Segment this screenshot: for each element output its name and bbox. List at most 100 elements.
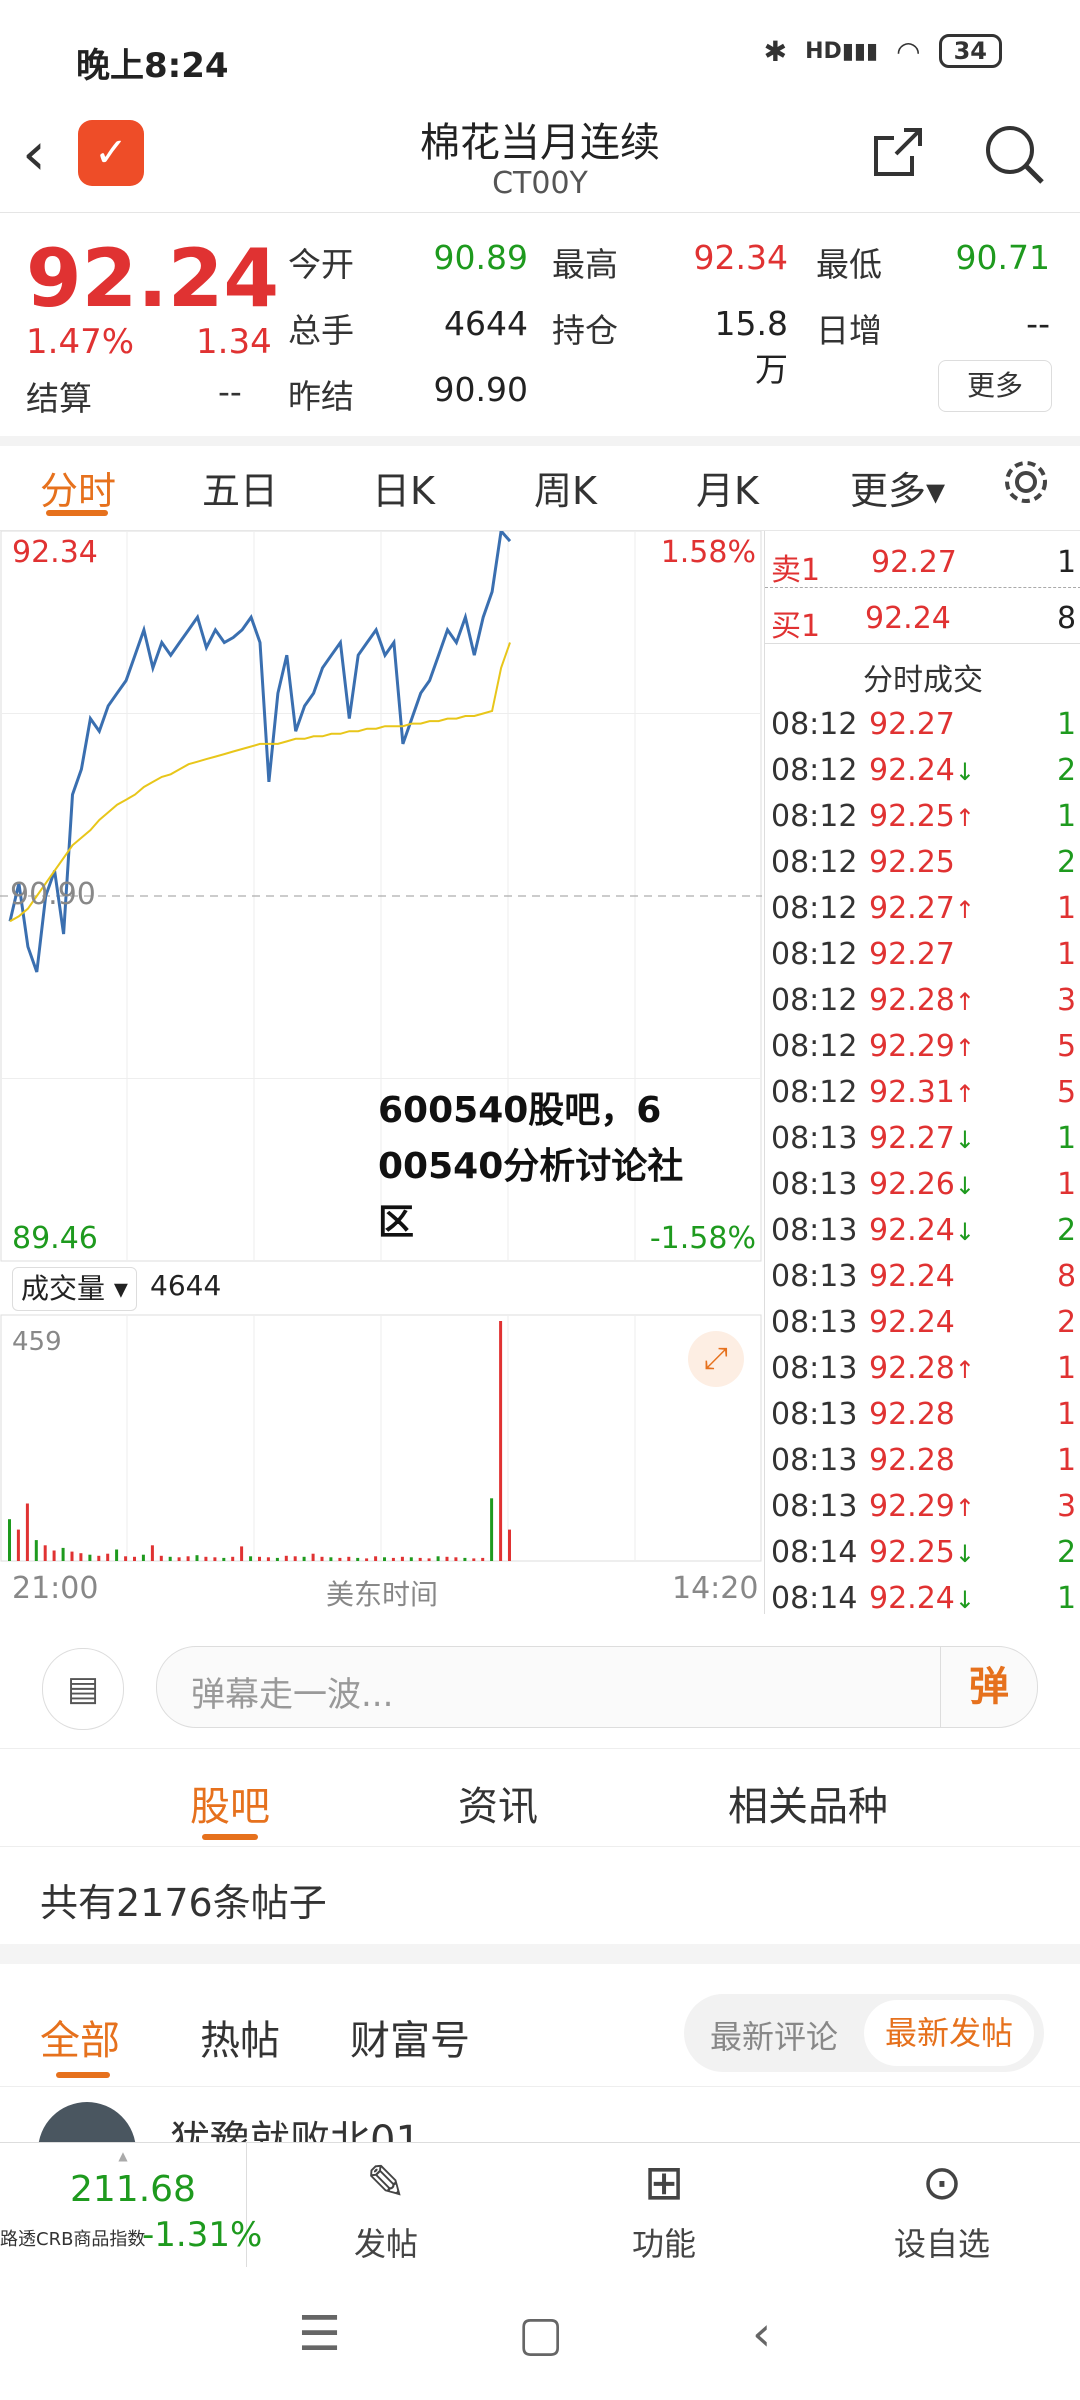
menu-icon[interactable]: ☰ xyxy=(298,2306,341,2362)
danmaku-input[interactable]: 弹幕走一波... 弹 xyxy=(156,1646,1038,1728)
edit-icon: ✎ xyxy=(365,2155,407,2211)
post-preview[interactable]: 犹豫就败北01 xyxy=(0,2088,1080,2142)
status-bar: 晚上8:24 ✱ HD▮▮▮ ◠ 34 xyxy=(0,0,1080,110)
tab-underline xyxy=(46,510,108,516)
filter-fortune[interactable]: 财富号 xyxy=(350,2008,470,2066)
more-quote-button[interactable]: 更多 xyxy=(938,360,1052,412)
trade-time: 08:12 xyxy=(771,1029,858,1064)
volume-bar xyxy=(356,1557,360,1561)
change-amount: 1.34 xyxy=(196,322,272,362)
trade-direction-icon: ↑ xyxy=(954,988,975,1016)
volume-indicator-selector[interactable]: 成交量 ▾ xyxy=(12,1267,137,1311)
add-watchlist-button[interactable]: ⊙ 设自选 xyxy=(852,2153,1032,2265)
trade-time: 08:12 xyxy=(771,983,858,1018)
sort-latest-post[interactable]: 最新发帖 xyxy=(864,2000,1034,2066)
trade-row: 08:13 92.29↑ 3 xyxy=(765,1483,1080,1529)
post-count: 共有2176条帖子 xyxy=(0,1848,1080,1964)
trade-price: 92.27 xyxy=(869,707,955,742)
volume-bar xyxy=(383,1557,386,1561)
trade-price: 92.25↑ xyxy=(869,799,975,834)
trade-volume: 1 xyxy=(1057,1167,1077,1202)
volume-bar xyxy=(141,1554,145,1561)
index-name: 路透CRB商品指数 xyxy=(0,2229,146,2250)
volume-bar xyxy=(311,1553,315,1561)
volume-bar xyxy=(159,1555,163,1561)
trade-volume: 5 xyxy=(1057,1029,1077,1064)
volume-bar xyxy=(275,1557,279,1561)
tab-more[interactable]: 更多▾ xyxy=(850,460,945,515)
trade-volume: 2 xyxy=(1057,1305,1077,1340)
expand-icon[interactable]: ⤢ xyxy=(688,1331,744,1387)
volume-bar xyxy=(25,1503,29,1561)
settle-label: 结算 xyxy=(26,379,92,418)
intraday-chart[interactable]: 92.34 1.58% 90.90 89.46 -1.58% 600540股吧，… xyxy=(0,527,762,1614)
trade-time: 08:12 xyxy=(771,937,858,972)
volume-bar xyxy=(43,1545,47,1561)
volume-bar xyxy=(454,1557,458,1561)
danmaku-toggle-button[interactable]: 弹 xyxy=(940,1647,1037,1727)
volume-bar xyxy=(61,1547,65,1561)
settings-gear-icon[interactable] xyxy=(1000,456,1052,517)
volume-bar xyxy=(508,1529,511,1561)
trade-row: 08:13 92.24↓ 2 xyxy=(765,1207,1080,1253)
tab-weekly-k[interactable]: 周K xyxy=(534,460,597,515)
tab-monthly-k[interactable]: 月K xyxy=(696,460,759,515)
volume-bar xyxy=(284,1555,288,1561)
filter-hot[interactable]: 热帖 xyxy=(200,2008,280,2066)
functions-button[interactable]: ⊞ 功能 xyxy=(574,2153,754,2265)
filter-all[interactable]: 全部 xyxy=(40,2008,120,2066)
volume-bar xyxy=(481,1557,485,1561)
volume-bar xyxy=(302,1556,306,1561)
trade-direction-icon: ↑ xyxy=(954,1494,975,1522)
tab-five-day[interactable]: 五日 xyxy=(202,460,278,515)
danmaku-bar: ▤ 弹幕走一波... 弹 xyxy=(0,1616,1080,1749)
back-icon[interactable]: ‹ xyxy=(752,2306,771,2362)
low-value: 90.71 xyxy=(955,238,1050,277)
trade-time: 08:13 xyxy=(771,1305,858,1340)
danmaku-settings-icon[interactable]: ▤ xyxy=(42,1648,124,1730)
trade-row: 08:13 92.24 8 xyxy=(765,1253,1080,1299)
trade-time: 08:12 xyxy=(771,1075,858,1110)
prev-settle-value: 90.90 xyxy=(433,370,528,409)
trade-price: 92.29↑ xyxy=(869,1029,975,1064)
tab-forum[interactable]: 股吧 xyxy=(190,1774,270,1832)
volume-bar xyxy=(231,1556,235,1561)
trade-price: 92.28 xyxy=(869,1443,955,1478)
trade-direction-icon: ↑ xyxy=(954,1356,975,1384)
trade-price: 92.26↓ xyxy=(869,1167,975,1202)
chart-tabs: 分时 五日 日K 周K 月K 更多▾ xyxy=(0,446,1080,531)
volume-bar xyxy=(115,1549,119,1561)
tab-daily-k[interactable]: 日K xyxy=(372,460,435,515)
sort-latest-comment[interactable]: 最新评论 xyxy=(710,2012,838,2058)
volume-bar xyxy=(418,1557,422,1561)
volume-total: 4644 xyxy=(150,1269,222,1302)
trade-time: 08:12 xyxy=(771,753,858,788)
tab-intraday[interactable]: 分时 xyxy=(40,460,116,515)
top-nav: ‹ ✓ 棉花当月连续 CT00Y xyxy=(0,110,1080,213)
x-end-label: 14:20 xyxy=(672,1571,759,1606)
chart-grid xyxy=(0,530,762,1562)
home-square-icon[interactable]: ▢ xyxy=(518,2306,563,2362)
trade-row: 08:12 92.25 2 xyxy=(765,839,1080,885)
trade-direction-icon: ↓ xyxy=(954,1172,975,1200)
tab-news[interactable]: 资讯 xyxy=(458,1774,538,1832)
share-icon[interactable] xyxy=(868,122,928,195)
volume-value: 4644 xyxy=(444,304,528,343)
trade-row: 08:12 92.27 1 xyxy=(765,931,1080,977)
system-nav-bar: ☰ ▢ ‹ xyxy=(0,2270,1080,2400)
x-mid-label: 美东时间 xyxy=(326,1578,439,1611)
trade-time: 08:13 xyxy=(771,1259,858,1294)
trade-direction-icon: ↓ xyxy=(954,1218,975,1246)
trade-time: 08:13 xyxy=(771,1351,858,1386)
volume-bar xyxy=(374,1556,378,1561)
post-button[interactable]: ✎ 发帖 xyxy=(296,2153,476,2265)
open-interest-value: 15.8万 xyxy=(714,304,788,389)
volume-bar xyxy=(427,1558,431,1561)
trade-price: 92.28 xyxy=(869,1397,955,1432)
trade-price: 92.24↓ xyxy=(869,1213,975,1248)
tab-related[interactable]: 相关品种 xyxy=(728,1774,888,1832)
search-icon[interactable] xyxy=(982,122,1046,199)
trade-direction-icon: ↑ xyxy=(954,804,975,832)
volume-bar xyxy=(472,1558,476,1561)
index-ticker[interactable]: ▲ 211.68 路透CRB商品指数 -1.31% xyxy=(0,2143,262,2267)
